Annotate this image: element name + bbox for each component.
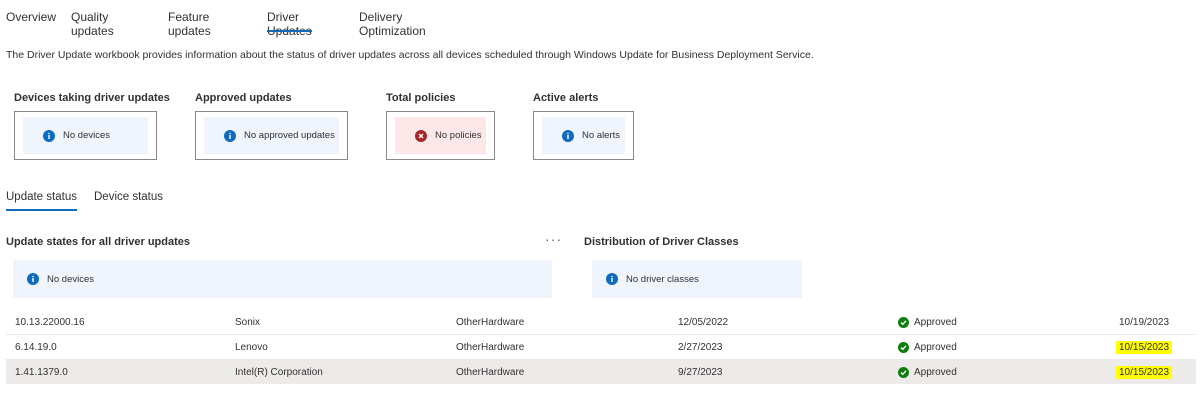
error-icon: [415, 129, 427, 142]
cell-updated: 10/19/2023: [1119, 317, 1170, 328]
cell-class: OtherHardware: [456, 367, 525, 378]
check-circle-icon: [898, 317, 909, 328]
cell-class: OtherHardware: [456, 342, 525, 353]
ellipsis-icon[interactable]: ···: [545, 231, 562, 247]
tile-approved-text: No approved updates: [244, 130, 335, 141]
section-title-driver-classes: Distribution of Driver Classes: [584, 236, 739, 248]
tile-devices-message: No devices: [23, 117, 148, 154]
cell-version: 6.14.19.0: [15, 342, 57, 353]
cell-status: Approved: [898, 367, 957, 378]
table-row[interactable]: 10.13.22000.16 Sonix OtherHardware 12/05…: [6, 310, 1196, 335]
tile-title-devices: Devices taking driver updates: [14, 92, 170, 104]
tab-delivery-optimization[interactable]: Delivery Optimization: [359, 0, 426, 38]
info-icon: [606, 273, 618, 285]
tile-approved: No approved updates: [195, 111, 348, 160]
table-row[interactable]: 6.14.19.0 Lenovo OtherHardware 2/27/2023…: [6, 335, 1196, 360]
tile-title-approved: Approved updates: [195, 92, 292, 104]
tab-feature-updates[interactable]: Feature updates: [168, 0, 211, 38]
tile-alerts-message: No alerts: [542, 117, 625, 154]
cell-manufacturer: Intel(R) Corporation: [235, 367, 323, 378]
status-text: Approved: [914, 342, 957, 353]
update-states-text: No devices: [47, 273, 94, 285]
driver-classes-text: No driver classes: [626, 273, 699, 285]
tile-approved-message: No approved updates: [204, 117, 339, 154]
update-states-message: No devices: [13, 260, 552, 298]
tile-title-alerts: Active alerts: [533, 92, 599, 104]
cell-date: 9/27/2023: [678, 367, 723, 378]
cell-status: Approved: [898, 317, 957, 328]
section-title-update-states: Update states for all driver updates: [6, 236, 190, 248]
cell-class: OtherHardware: [456, 317, 525, 328]
cell-updated: 10/15/2023: [1116, 341, 1173, 354]
info-icon: [43, 129, 55, 142]
table-row[interactable]: 1.41.1379.0 Intel(R) Corporation OtherHa…: [6, 360, 1196, 384]
cell-version: 10.13.22000.16: [15, 317, 85, 328]
driver-classes-message: No driver classes: [592, 260, 802, 298]
status-text: Approved: [914, 317, 957, 328]
cell-manufacturer: Sonix: [235, 317, 261, 328]
tab-quality-updates[interactable]: Quality updates: [71, 0, 114, 38]
cell-updated: 10/15/2023: [1116, 366, 1173, 379]
cell-manufacturer: Lenovo: [235, 342, 268, 353]
tile-devices: No devices: [14, 111, 157, 160]
tab-driver-updates[interactable]: Driver Updates: [267, 0, 312, 38]
info-icon: [562, 129, 574, 142]
cell-date: 12/05/2022: [678, 317, 729, 328]
check-circle-icon: [898, 367, 909, 378]
tile-alerts: No alerts: [533, 111, 634, 160]
cell-date: 2/27/2023: [678, 342, 723, 353]
status-text: Approved: [914, 367, 957, 378]
info-icon: [27, 273, 39, 285]
tab-device-status[interactable]: Device status: [94, 191, 163, 211]
tile-policies-message: No policies: [395, 117, 486, 154]
tile-policies: No policies: [386, 111, 495, 160]
tile-policies-text: No policies: [435, 130, 482, 141]
tab-update-status[interactable]: Update status: [6, 191, 77, 211]
highlighted-date: 10/15/2023: [1116, 341, 1173, 354]
info-icon: [224, 129, 236, 142]
cell-version: 1.41.1379.0: [15, 367, 68, 378]
tile-devices-text: No devices: [63, 130, 110, 141]
highlighted-date: 10/15/2023: [1116, 366, 1173, 379]
workbook-description: The Driver Update workbook provides info…: [6, 49, 814, 61]
tile-title-policies: Total policies: [386, 92, 456, 104]
check-circle-icon: [898, 342, 909, 353]
tab-overview[interactable]: Overview: [6, 0, 56, 34]
tile-alerts-text: No alerts: [582, 130, 621, 141]
cell-status: Approved: [898, 342, 957, 353]
